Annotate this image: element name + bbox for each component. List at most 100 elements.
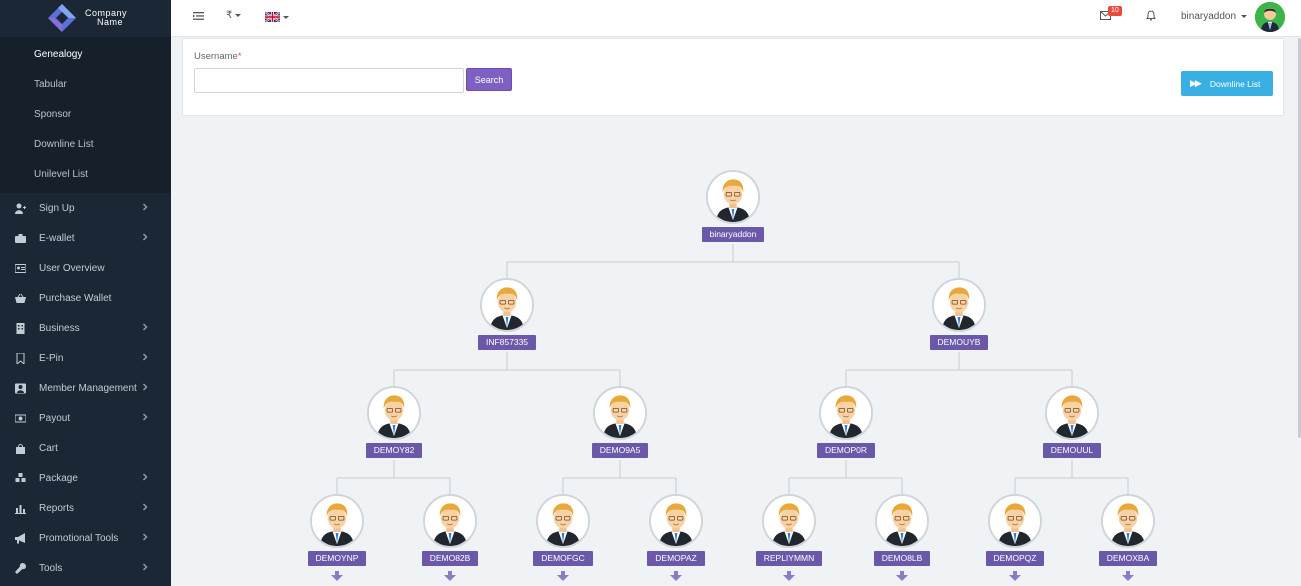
chevron-right-icon	[141, 413, 151, 423]
tree-node[interactable]: DEMO82B	[410, 494, 490, 581]
tree-node-avatar[interactable]	[1045, 386, 1099, 440]
tree-node-username[interactable]: DEMOXBA	[1098, 551, 1158, 566]
tree-node-username[interactable]: DEMOUYB	[929, 335, 989, 350]
tree-node-username[interactable]: INF857335	[477, 335, 537, 350]
avatar-icon	[1255, 2, 1285, 32]
expand-down-arrow-icon[interactable]	[1122, 568, 1134, 581]
sidebar-item-user-overview[interactable]: User Overview	[0, 253, 171, 283]
sidebar-item-e-pin[interactable]: E-Pin	[0, 343, 171, 373]
tree-node-avatar[interactable]	[932, 278, 986, 332]
tree-node[interactable]: DEMOPAZ	[636, 494, 716, 581]
tree-node-username[interactable]: binaryaddon	[701, 227, 765, 242]
sidebar-item-sign-up[interactable]: Sign Up	[0, 193, 171, 223]
tree-node-avatar[interactable]	[649, 494, 703, 548]
chevron-right-icon	[141, 563, 151, 573]
expand-down-arrow-icon[interactable]	[1009, 568, 1021, 581]
tree-node[interactable]: DEMOYNP	[297, 494, 377, 581]
sidebar-item-cart[interactable]: Cart	[0, 433, 171, 463]
user-avatar-icon	[764, 496, 814, 546]
brand-logo[interactable]: Company Name	[0, 0, 171, 37]
tree-node[interactable]: REPLIYMMN	[749, 494, 829, 581]
tree-node-username[interactable]: DEMO82B	[421, 551, 479, 566]
tree-node[interactable]: DEMOFGC	[523, 494, 603, 581]
language-dropdown[interactable]	[265, 12, 289, 22]
menu-toggle-button[interactable]	[193, 11, 204, 21]
expand-down-arrow-icon[interactable]	[444, 568, 456, 581]
tree-node-avatar[interactable]	[310, 494, 364, 548]
tree-node[interactable]: DEMO8LB	[862, 494, 942, 581]
sidebar-item-e-wallet[interactable]: E-wallet	[0, 223, 171, 253]
expand-down-arrow-icon[interactable]	[783, 568, 795, 581]
tree-node-username[interactable]: DEMOUUL	[1042, 443, 1102, 458]
sidebar-item-purchase-wallet[interactable]: Purchase Wallet	[0, 283, 171, 313]
sidebar-item-member-management[interactable]: Member Management	[0, 373, 171, 403]
sidebar-item-package[interactable]: Package	[0, 463, 171, 493]
submenu-item-unilevel-list[interactable]: Unilevel List	[0, 160, 171, 190]
chevron-right-icon	[141, 533, 151, 543]
search-button[interactable]: Search	[466, 68, 512, 91]
chevron-right-icon	[141, 353, 151, 363]
submenu-item-sponsor[interactable]: Sponsor	[0, 100, 171, 130]
sidebar-item-reports[interactable]: Reports	[0, 493, 171, 523]
sidebar-item-payout[interactable]: Payout	[0, 403, 171, 433]
tree-node-avatar[interactable]	[480, 278, 534, 332]
tree-node-avatar[interactable]	[1101, 494, 1155, 548]
tree-node[interactable]: DEMOP0R	[806, 386, 886, 458]
tree-node-avatar[interactable]	[819, 386, 873, 440]
tree-node[interactable]: DEMOUUL	[1032, 386, 1112, 458]
tree-node[interactable]: DEMO9A5	[580, 386, 660, 458]
tree-node-avatar[interactable]	[367, 386, 421, 440]
sidebar-item-label: E-wallet	[39, 232, 75, 244]
expand-down-arrow-icon[interactable]	[670, 568, 682, 581]
user-menu-dropdown[interactable]: binaryaddon	[1181, 11, 1248, 22]
tree-node[interactable]: DEMOUYB	[919, 278, 999, 350]
cubes-icon	[14, 472, 26, 484]
sidebar-item-business[interactable]: Business	[0, 313, 171, 343]
tree-node-username[interactable]: DEMO8LB	[873, 551, 931, 566]
tree-node[interactable]: DEMOXBA	[1088, 494, 1168, 581]
tree-node-username[interactable]: DEMOPQZ	[985, 551, 1045, 566]
expand-down-arrow-icon[interactable]	[557, 568, 569, 581]
tree-node-username[interactable]: DEMOYNP	[307, 551, 367, 566]
mail-button[interactable]: 10	[1100, 6, 1122, 20]
tree-node-username[interactable]: DEMOP0R	[816, 443, 876, 458]
expand-down-arrow-icon[interactable]	[331, 568, 343, 581]
submenu-item-genealogy[interactable]: Genealogy	[0, 40, 171, 70]
user-avatar[interactable]	[1255, 2, 1285, 32]
tree-node-username[interactable]: DEMOY82	[365, 443, 423, 458]
tree-node-avatar[interactable]	[423, 494, 477, 548]
user-avatar-icon	[990, 496, 1040, 546]
tree-node-avatar[interactable]	[706, 170, 760, 224]
tree-node[interactable]: binaryaddon	[693, 170, 773, 242]
user-avatar-icon	[1103, 496, 1153, 546]
sidebar-item-label: Tools	[39, 562, 63, 574]
menu-toggle-icon	[193, 12, 204, 20]
tree-node-avatar[interactable]	[536, 494, 590, 548]
currency-symbol: ₹	[226, 10, 233, 21]
sidebar-item-tools[interactable]: Tools	[0, 553, 171, 583]
tree-node-avatar[interactable]	[875, 494, 929, 548]
genealogy-tree: binaryaddon INF857335 DEMOUYB DEMOY82 DEMO9A…	[171, 117, 1296, 586]
notifications-button[interactable]	[1146, 10, 1156, 21]
tree-node[interactable]: INF857335	[467, 278, 547, 350]
currency-dropdown[interactable]: ₹	[226, 10, 242, 21]
tree-node-username[interactable]: DEMOPAZ	[647, 551, 705, 566]
top-bar: ₹ 10 binaryaddon	[171, 0, 1301, 37]
expand-down-arrow-icon[interactable]	[896, 568, 908, 581]
tree-node-avatar[interactable]	[988, 494, 1042, 548]
tree-node[interactable]: DEMOPQZ	[975, 494, 1055, 581]
tree-node-avatar[interactable]	[593, 386, 647, 440]
submenu-item-tabular[interactable]: Tabular	[0, 70, 171, 100]
tree-node-avatar[interactable]	[762, 494, 816, 548]
downline-list-button[interactable]: ▶▶ Downline List	[1181, 71, 1273, 96]
tree-node-username[interactable]: DEMOFGC	[533, 551, 593, 566]
user-plus-icon	[14, 202, 26, 214]
submenu-item-downline-list[interactable]: Downline List	[0, 130, 171, 160]
tree-node-username[interactable]: REPLIYMMN	[755, 551, 823, 566]
search-panel: Username* Search ▶▶ Downline List	[182, 38, 1284, 116]
sidebar-item-promotional-tools[interactable]: Promotional Tools	[0, 523, 171, 553]
tree-node[interactable]: DEMOY82	[354, 386, 434, 458]
tree-node-username[interactable]: DEMO9A5	[591, 443, 649, 458]
user-avatar-icon	[538, 496, 588, 546]
username-input[interactable]	[194, 68, 464, 93]
